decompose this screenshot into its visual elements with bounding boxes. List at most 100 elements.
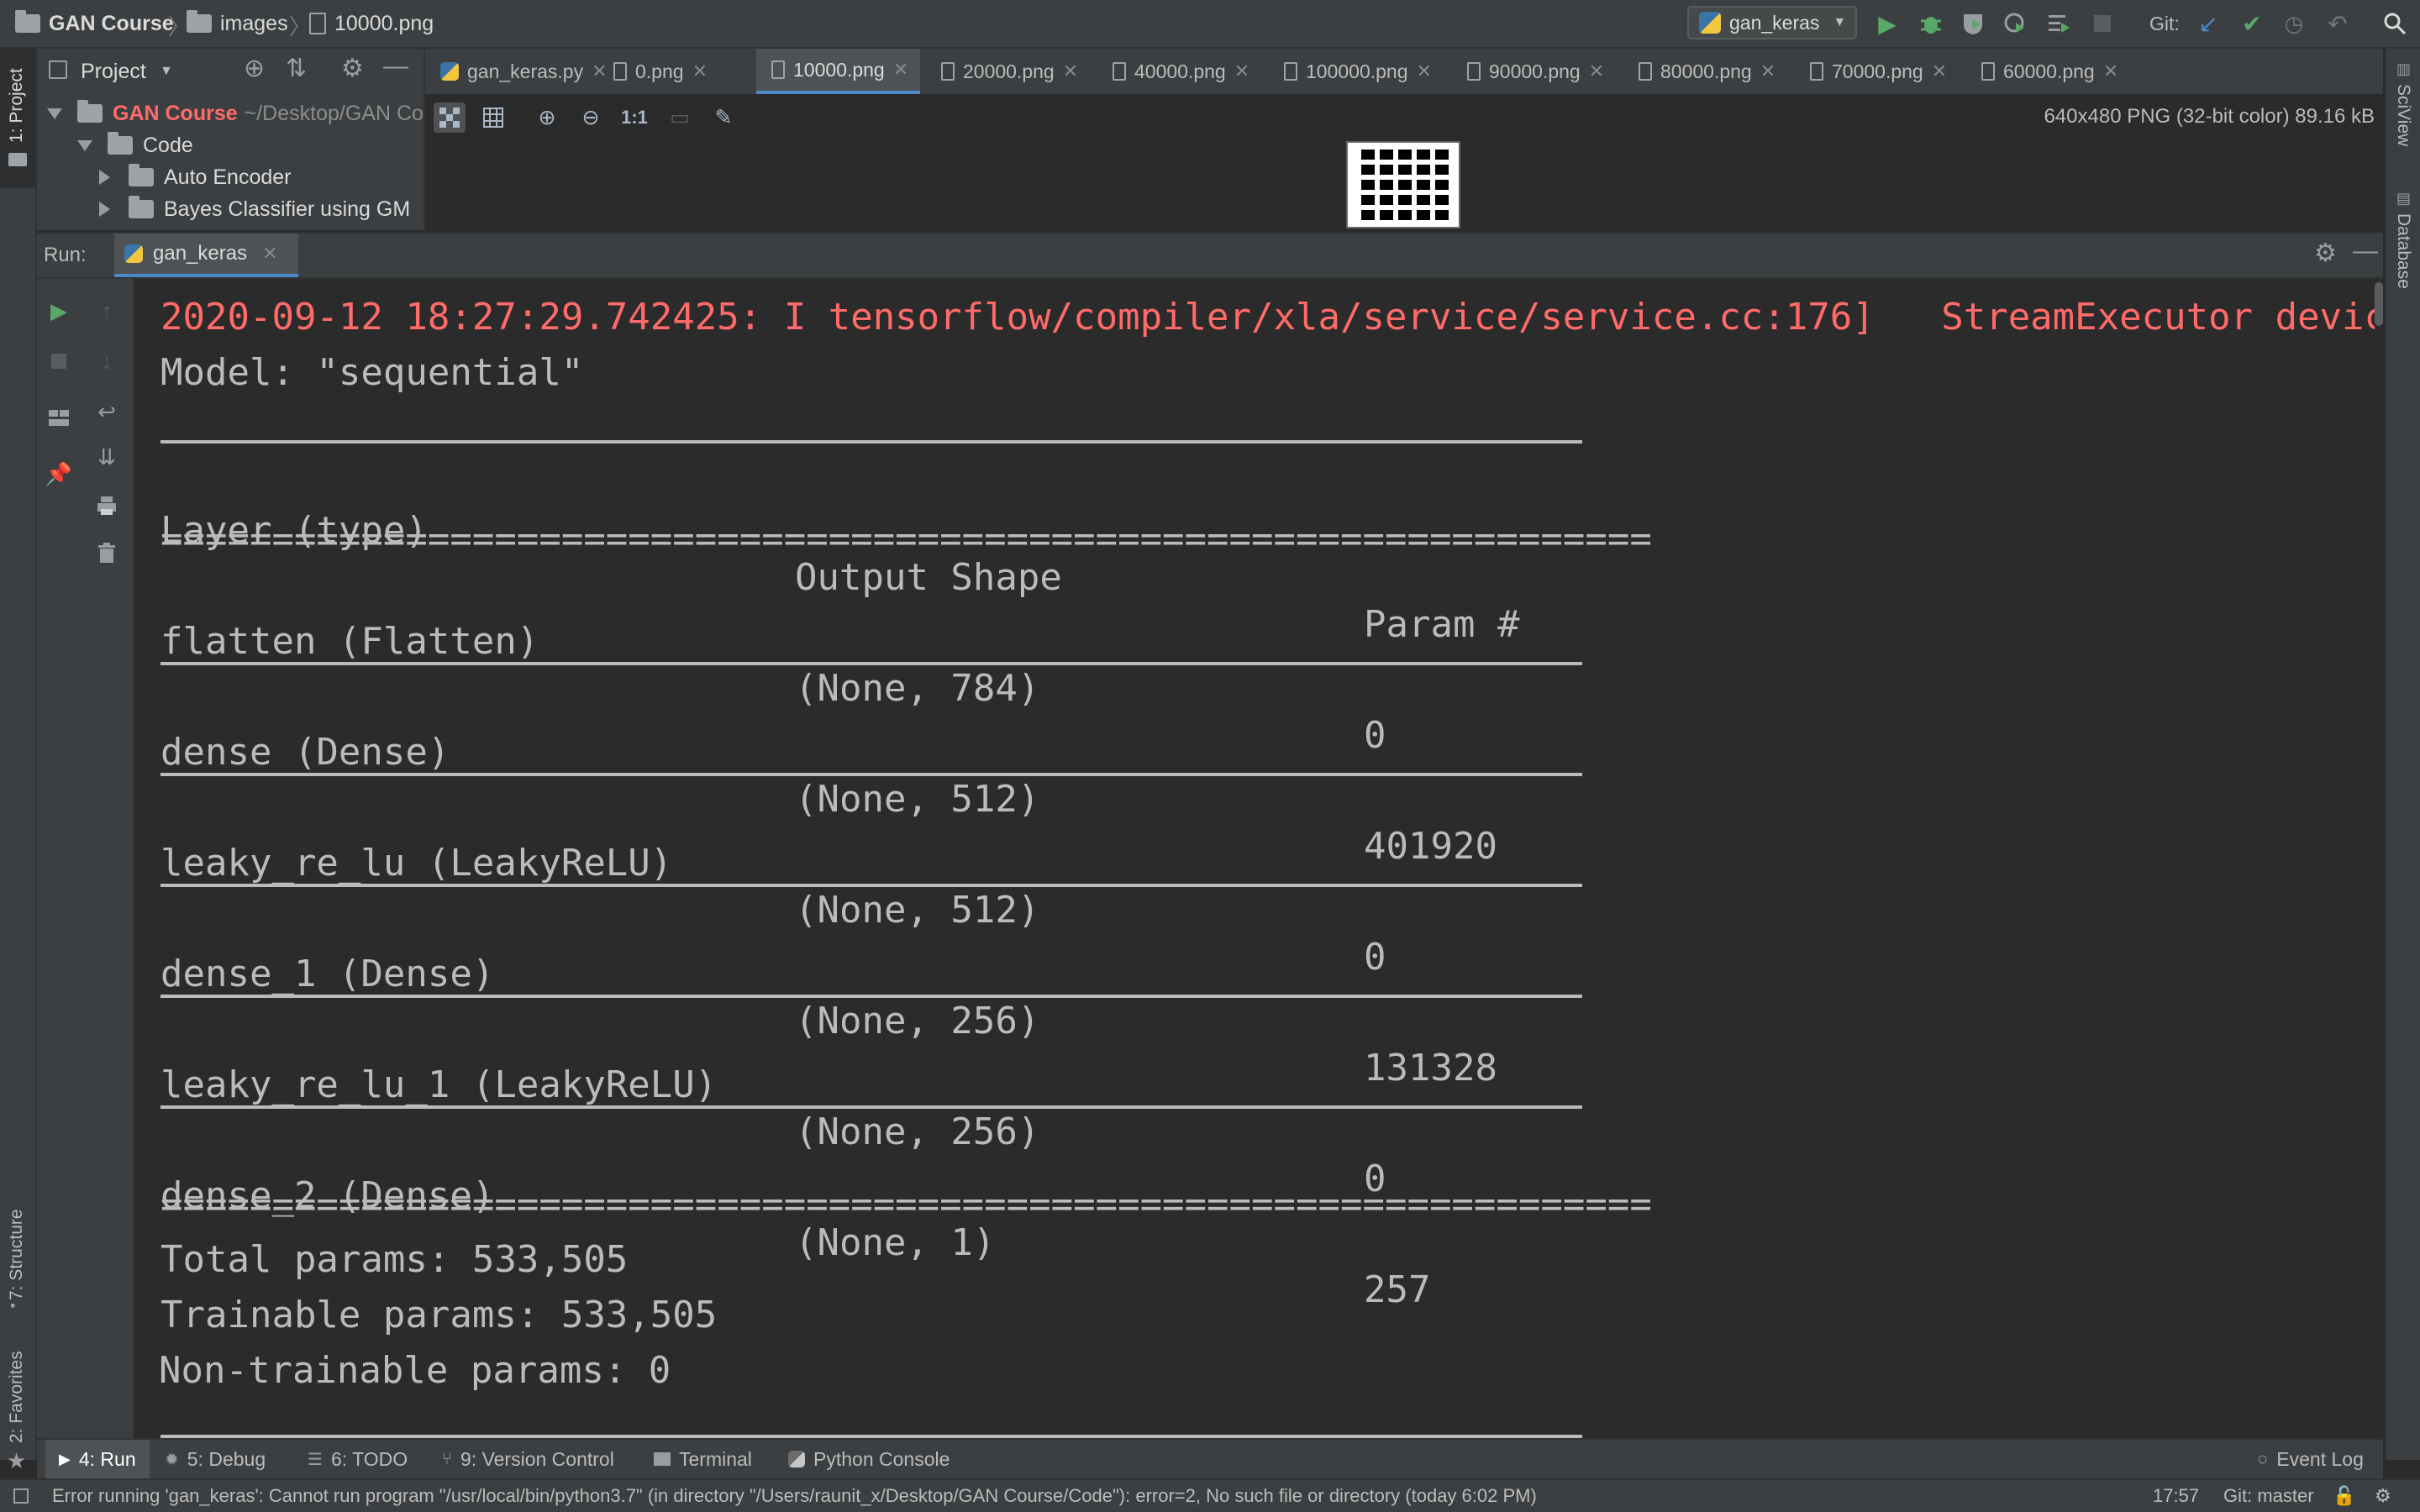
layer-name: flatten (Flatten) xyxy=(160,620,539,663)
fit-zoom-icon: ▭ xyxy=(670,106,690,129)
zoom-out-icon[interactable]: ⊖ xyxy=(575,102,607,133)
close-icon[interactable]: ✕ xyxy=(592,60,607,82)
close-icon[interactable]: ✕ xyxy=(692,60,708,82)
tab-10000-png[interactable]: 10000.png ✕ xyxy=(756,49,921,94)
zoom-in-icon[interactable]: ⊕ xyxy=(531,102,563,133)
tab-60000-png[interactable]: 60000.png ✕ xyxy=(1981,49,2118,94)
color-picker-icon[interactable]: ✎ xyxy=(708,102,739,133)
gear-icon[interactable]: ⚙ xyxy=(2314,239,2337,268)
settings-icon[interactable]: ⚙ xyxy=(2375,1480,2391,1512)
favorites-tool-tab[interactable]: 2: Favorites ★ xyxy=(0,1292,35,1477)
tab-0-png[interactable]: 0.png ✕ xyxy=(613,49,708,94)
close-icon[interactable]: ✕ xyxy=(1932,60,1947,82)
hide-panel-icon[interactable]: — xyxy=(2353,237,2378,265)
hide-panel-icon[interactable]: — xyxy=(383,52,408,81)
image-file-icon xyxy=(613,62,627,81)
tab-version-control[interactable]: ⑂ 9: Version Control xyxy=(442,1440,614,1478)
grid-toggle-icon[interactable] xyxy=(477,102,509,133)
console-scrollbar[interactable] xyxy=(2375,282,2383,326)
git-commit-icon[interactable]: ✔ xyxy=(2237,8,2267,39)
breadcrumb-file[interactable]: 10000.png xyxy=(309,0,434,47)
run-concurrency-icon[interactable] xyxy=(2044,8,2074,39)
console-separator: ========================================… xyxy=(160,517,1652,560)
tree-item-auto-encoder[interactable]: Auto Encoder xyxy=(99,161,292,193)
breadcrumb-folder[interactable]: images xyxy=(187,0,288,47)
debug-icon[interactable] xyxy=(1916,8,1946,39)
layout-icon[interactable] xyxy=(37,400,81,437)
console-output[interactable]: 2020-09-12 18:27:29.742425: I tensorflow… xyxy=(134,279,2375,1438)
chessboard-toggle-icon[interactable] xyxy=(434,102,466,133)
table-row: flatten (Flatten) (None, 784) 0 xyxy=(134,571,1386,757)
preview-digit xyxy=(1380,180,1393,190)
close-icon[interactable]: ✕ xyxy=(893,59,908,81)
run-with-coverage-icon[interactable] xyxy=(1958,8,1988,39)
table-row: dense_1 (Dense) (None, 256) 131328 xyxy=(134,904,1497,1089)
tab-todo[interactable]: ☰ 6: TODO xyxy=(308,1440,408,1478)
locate-icon[interactable]: ⊕ xyxy=(244,54,265,83)
tab-40000-png[interactable]: 40000.png ✕ xyxy=(1113,49,1249,94)
project-panel-title[interactable]: Project xyxy=(81,49,146,94)
scroll-to-end-icon[interactable]: ⇊ xyxy=(81,438,133,475)
structure-tool-tab[interactable]: 7: Structure ▪ xyxy=(0,1132,35,1317)
table-row: leaky_re_lu_1 (LeakyReLU) (None, 256) 0 xyxy=(134,1015,1386,1200)
close-icon[interactable]: ✕ xyxy=(1234,60,1249,82)
tab-gan-keras-py[interactable]: gan_keras.py ✕ xyxy=(440,49,608,94)
actual-size-button[interactable]: 1:1 xyxy=(618,102,650,133)
soft-wrap-icon[interactable]: ↩ xyxy=(81,393,133,430)
run-icon[interactable]: ▶ xyxy=(1872,8,1902,39)
tab-90000-png[interactable]: 90000.png ✕ xyxy=(1467,49,1604,94)
search-icon[interactable] xyxy=(2380,8,2410,39)
folder-icon xyxy=(8,153,27,166)
tab-run[interactable]: ▶ 4: Run xyxy=(45,1440,150,1478)
tree-item-bayes-classifier[interactable]: Bayes Classifier using GM xyxy=(99,193,410,225)
folder-icon xyxy=(129,164,154,186)
breadcrumb-folder-label: images xyxy=(220,11,288,35)
tab-terminal[interactable]: Terminal xyxy=(654,1440,752,1478)
close-icon[interactable]: ✕ xyxy=(2103,60,2118,82)
git-update-icon[interactable]: ↙ xyxy=(2193,8,2223,39)
tab-70000-png[interactable]: 70000.png ✕ xyxy=(1810,49,1947,94)
status-message[interactable]: Error running 'gan_keras': Cannot run pr… xyxy=(52,1480,1537,1512)
breadcrumb-project[interactable]: GAN Course xyxy=(15,0,174,47)
chevron-down-icon[interactable]: ▼ xyxy=(160,49,173,94)
rerun-icon[interactable]: ▶ xyxy=(37,292,81,329)
git-history-icon[interactable]: ◷ xyxy=(2279,8,2309,39)
lock-icon[interactable]: 🔓 xyxy=(2333,1480,2355,1512)
gear-icon[interactable]: ⚙ xyxy=(341,54,364,83)
breadcrumb-project-label: GAN Course xyxy=(49,11,174,35)
tab-debug[interactable]: ✹ 5: Debug xyxy=(165,1440,266,1478)
tool-window-toggle-icon[interactable] xyxy=(13,1488,29,1504)
profile-icon[interactable] xyxy=(2000,8,2030,39)
trash-icon[interactable] xyxy=(81,534,133,571)
table-row: leaky_re_lu (LeakyReLU) (None, 512) 0 xyxy=(134,793,1386,979)
collapse-all-icon[interactable]: ⇅ xyxy=(286,54,307,83)
git-rollback-icon[interactable]: ↶ xyxy=(2323,8,2353,39)
tree-item-root[interactable]: GAN Course ~/Desktop/GAN Co xyxy=(47,97,424,129)
database-tool-tab[interactable]: ▤ Database xyxy=(2386,190,2420,316)
print-icon[interactable] xyxy=(81,487,133,524)
close-icon[interactable]: ✕ xyxy=(262,243,277,265)
preview-digit xyxy=(1435,165,1449,175)
close-icon[interactable]: ✕ xyxy=(1760,60,1776,82)
project-panel-header: Project ▼ ⊕ ⇅ ⚙ — xyxy=(37,49,424,94)
tab-100000-png[interactable]: 100000.png ✕ xyxy=(1284,49,1432,94)
run-tab-gan-keras[interactable]: gan_keras ✕ xyxy=(114,234,298,277)
image-file-icon xyxy=(1810,62,1823,81)
git-branch[interactable]: Git: master xyxy=(2223,1480,2314,1512)
run-configuration-selector[interactable]: gan_keras ▼ xyxy=(1687,6,1857,39)
close-icon[interactable]: ✕ xyxy=(1063,60,1078,82)
tab-80000-png[interactable]: 80000.png ✕ xyxy=(1639,49,1776,94)
sciview-tool-tab[interactable]: ▥ SciView xyxy=(2386,60,2420,178)
project-tool-tab[interactable]: 1: Project xyxy=(0,49,35,188)
tab-python-console[interactable]: Python Console xyxy=(788,1440,950,1478)
console-rule xyxy=(160,773,1582,776)
tab-20000-png[interactable]: 20000.png ✕ xyxy=(941,49,1078,94)
output-shape: (None, 256) xyxy=(795,1110,1040,1153)
tree-item-code[interactable]: Code xyxy=(77,129,193,161)
tab-event-log[interactable]: ○ Event Log xyxy=(2257,1440,2364,1478)
close-icon[interactable]: ✕ xyxy=(1589,60,1604,82)
preview-digit xyxy=(1417,180,1430,190)
caret-position[interactable]: 17:57 xyxy=(2153,1480,2199,1512)
pin-icon[interactable]: 📌 xyxy=(37,455,81,492)
close-icon[interactable]: ✕ xyxy=(1417,60,1432,82)
